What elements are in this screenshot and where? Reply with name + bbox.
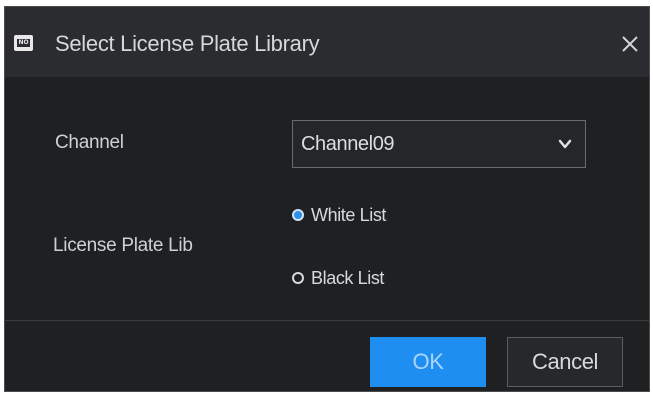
channel-label: Channel: [55, 132, 124, 153]
channel-select[interactable]: Channel09: [292, 120, 586, 168]
radio-unchecked-icon: [292, 272, 304, 284]
no-entry-icon: NO: [14, 35, 33, 51]
white-list-radio[interactable]: White List: [292, 205, 402, 230]
dialog-title: Select License Plate Library: [55, 31, 320, 56]
black-list-label: Black List: [311, 268, 385, 288]
white-list-label: White List: [311, 205, 387, 225]
black-list-radio[interactable]: Black List: [292, 268, 402, 293]
close-button[interactable]: [619, 33, 641, 55]
footer-divider: [5, 320, 649, 321]
chevron-down-icon: [558, 139, 572, 149]
ok-button[interactable]: OK: [370, 337, 486, 387]
dialog-titlebar: NO Select License Plate Library: [5, 7, 649, 77]
close-icon: [622, 36, 638, 52]
license-plate-lib-label: License Plate Lib: [53, 235, 193, 256]
select-license-plate-library-dialog: NO Select License Plate Library Channel …: [4, 6, 650, 392]
radio-checked-icon: [292, 209, 304, 221]
cancel-button[interactable]: Cancel: [507, 337, 623, 387]
channel-select-value: Channel09: [301, 133, 395, 155]
